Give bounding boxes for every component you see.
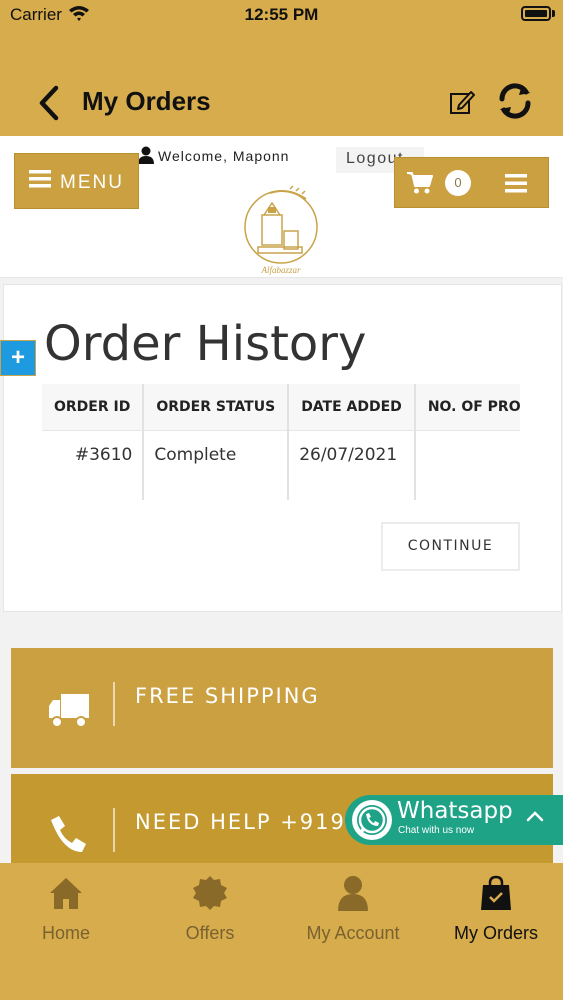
table-header-row: ORDER ID ORDER STATUS DATE ADDED NO. OF … bbox=[42, 384, 520, 431]
divider bbox=[113, 682, 115, 726]
order-history-title: Order History bbox=[44, 316, 367, 372]
tab-label-my-orders: My Orders bbox=[453, 923, 538, 943]
tab-label-my-account: My Account bbox=[306, 923, 400, 943]
column-header-products: NO. OF PRODUCTS bbox=[414, 384, 520, 431]
table-row[interactable]: #3610 Complete 26/07/2021 bbox=[42, 430, 520, 500]
refresh-icon[interactable] bbox=[496, 82, 534, 120]
tab-label-offers: Offers bbox=[185, 923, 235, 943]
bottom-tab-bar: Home Offers My Account My Orders bbox=[0, 863, 563, 1000]
whatsapp-chat-button[interactable]: Whatsapp Chat with us now bbox=[345, 795, 563, 845]
free-shipping-banner: FREE SHIPPING bbox=[11, 648, 553, 768]
order-table: ORDER ID ORDER STATUS DATE ADDED NO. OF … bbox=[42, 384, 520, 502]
shopping-bag-icon bbox=[481, 875, 511, 910]
truck-icon bbox=[49, 694, 89, 728]
tab-home[interactable]: Home bbox=[0, 863, 136, 963]
cell-order-id[interactable]: #3610 bbox=[42, 430, 145, 500]
status-bar: Carrier 12:55 PM bbox=[0, 0, 563, 30]
hamburger-icon bbox=[29, 170, 51, 188]
battery-tip bbox=[552, 10, 555, 17]
need-help-text[interactable]: NEED HELP +91987 bbox=[135, 810, 377, 834]
home-icon bbox=[50, 878, 82, 909]
cart-box[interactable]: 0 bbox=[394, 157, 549, 208]
column-header-order-id: ORDER ID bbox=[42, 384, 145, 431]
edit-icon[interactable] bbox=[449, 89, 475, 115]
menu-label: MENU bbox=[60, 172, 124, 193]
tab-offers[interactable]: Offers bbox=[140, 863, 280, 963]
store-logo[interactable]: Alfabazzar bbox=[240, 185, 322, 277]
chevron-left-icon[interactable] bbox=[34, 84, 64, 122]
user-icon bbox=[138, 146, 154, 164]
hamburger-icon[interactable] bbox=[505, 173, 527, 193]
plus-icon[interactable]: + bbox=[0, 340, 36, 376]
battery-icon bbox=[521, 6, 551, 21]
whatsapp-subtitle: Chat with us now bbox=[398, 825, 475, 836]
phone-icon bbox=[51, 816, 86, 852]
page-title-bar: My Orders bbox=[82, 86, 211, 116]
top-navigation-bar: Carrier 12:55 PM My Orders bbox=[0, 0, 563, 136]
tab-my-account[interactable]: My Account bbox=[283, 863, 423, 963]
cell-date-added: 26/07/2021 bbox=[288, 430, 416, 500]
tab-my-orders[interactable]: My Orders bbox=[426, 863, 563, 963]
menu-button[interactable]: MENU bbox=[14, 153, 139, 209]
divider bbox=[113, 808, 115, 852]
welcome-text: Welcome, Maponn bbox=[138, 146, 289, 168]
welcome-label: Welcome, Maponn bbox=[158, 148, 290, 164]
column-header-date-added: DATE ADDED bbox=[288, 384, 416, 431]
free-shipping-text: FREE SHIPPING bbox=[135, 684, 320, 708]
whatsapp-icon bbox=[352, 800, 392, 840]
chevron-up-icon[interactable] bbox=[525, 809, 545, 823]
whatsapp-title: Whatsapp bbox=[397, 798, 513, 824]
column-header-order-status: ORDER STATUS bbox=[143, 384, 290, 431]
cell-order-status: Complete bbox=[143, 430, 290, 500]
cart-count-badge: 0 bbox=[445, 170, 471, 196]
clock: 12:55 PM bbox=[244, 5, 319, 24]
offers-badge-icon bbox=[193, 876, 227, 910]
user-icon bbox=[338, 876, 368, 911]
continue-button[interactable]: CONTINUE bbox=[381, 522, 520, 571]
cart-icon bbox=[407, 172, 433, 194]
logo-text: Alfabazzar bbox=[260, 265, 301, 275]
tab-label-home: Home bbox=[41, 923, 90, 943]
cell-products bbox=[414, 430, 520, 500]
